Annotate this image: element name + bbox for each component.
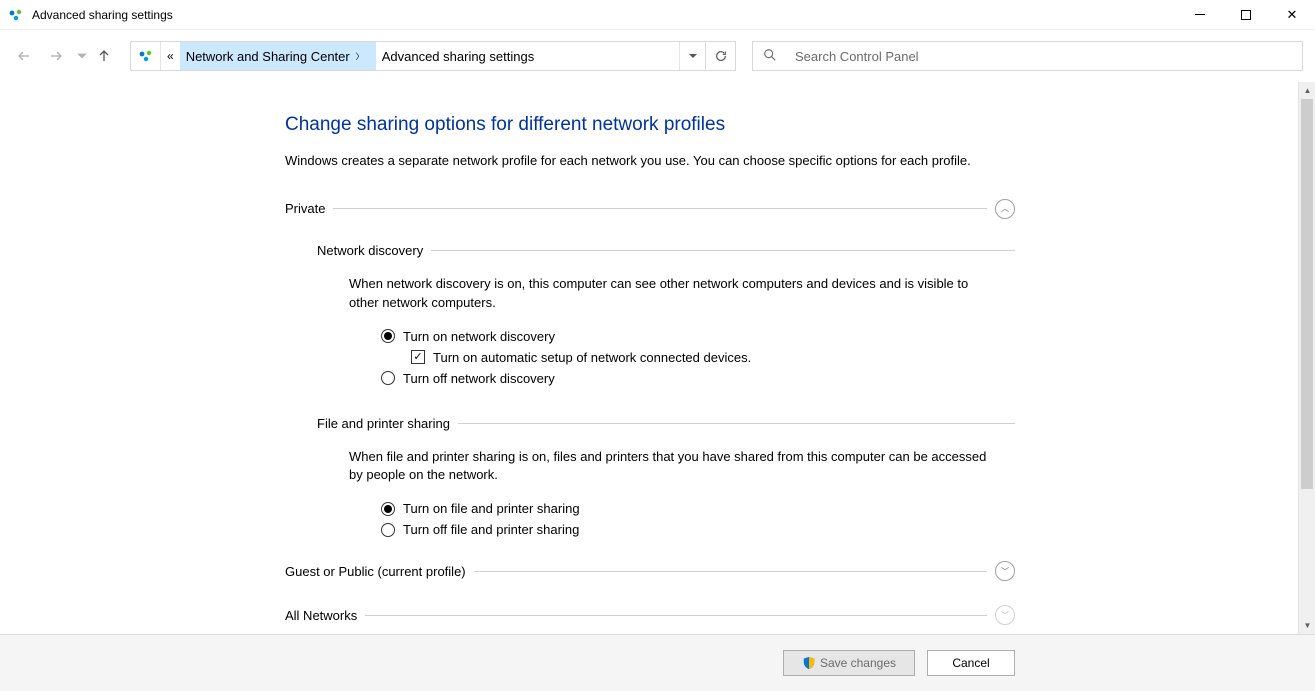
search-icon bbox=[763, 48, 777, 65]
breadcrumb-parent-label: Network and Sharing Center bbox=[186, 49, 350, 64]
nav-back-button[interactable] bbox=[12, 44, 36, 68]
radio-file-printer-on[interactable]: Turn on file and printer sharing bbox=[381, 501, 1015, 516]
section-all-networks-label: All Networks bbox=[285, 608, 357, 623]
maximize-button[interactable] bbox=[1223, 0, 1269, 30]
expand-icon[interactable]: ﹀ bbox=[995, 561, 1015, 581]
cancel-label: Cancel bbox=[952, 656, 989, 670]
minimize-button[interactable] bbox=[1177, 0, 1223, 30]
breadcrumb-current-label: Advanced sharing settings bbox=[382, 49, 534, 64]
cancel-button[interactable]: Cancel bbox=[927, 650, 1015, 676]
radio-file-printer-off[interactable]: Turn off file and printer sharing bbox=[381, 522, 1015, 537]
nav-up-button[interactable] bbox=[92, 44, 116, 68]
save-changes-label: Save changes bbox=[820, 656, 896, 670]
scroll-up-button[interactable]: ▲ bbox=[1299, 82, 1315, 99]
checkbox-auto-setup[interactable]: Turn on automatic setup of network conne… bbox=[411, 350, 1015, 365]
section-all-networks-header[interactable]: All Networks ﹀ bbox=[285, 605, 1015, 625]
nav-recent-button[interactable] bbox=[76, 44, 88, 68]
address-bar[interactable]: « Network and Sharing Center 〉 Advanced … bbox=[130, 41, 706, 71]
checkbox-icon bbox=[411, 350, 425, 364]
network-discovery-description: When network discovery is on, this compu… bbox=[349, 275, 989, 313]
network-discovery-label: Network discovery bbox=[317, 243, 423, 258]
radio-network-discovery-off[interactable]: Turn off network discovery bbox=[381, 371, 1015, 386]
section-private-header[interactable]: Private ︿ bbox=[285, 199, 1015, 219]
close-button[interactable]: ✕ bbox=[1269, 0, 1315, 30]
search-input[interactable] bbox=[795, 49, 1292, 64]
radio-icon bbox=[381, 329, 395, 343]
chevron-right-icon: 〉 bbox=[350, 51, 370, 62]
radio-network-discovery-on[interactable]: Turn on network discovery bbox=[381, 329, 1015, 344]
file-printer-description: When file and printer sharing is on, fil… bbox=[349, 448, 989, 486]
nav-forward-button[interactable] bbox=[44, 44, 68, 68]
radio-icon bbox=[381, 502, 395, 516]
radio-icon bbox=[381, 523, 395, 537]
section-guest-public-label: Guest or Public (current profile) bbox=[285, 564, 466, 579]
address-icon bbox=[131, 42, 161, 70]
breadcrumb-current[interactable]: Advanced sharing settings bbox=[376, 42, 540, 70]
network-center-icon bbox=[8, 7, 24, 23]
vertical-scrollbar[interactable]: ▲ ▼ bbox=[1298, 82, 1315, 634]
search-box[interactable] bbox=[752, 41, 1303, 71]
breadcrumb-parent[interactable]: Network and Sharing Center 〉 bbox=[180, 42, 376, 70]
address-dropdown[interactable] bbox=[679, 42, 705, 70]
collapse-icon[interactable]: ︿ bbox=[995, 199, 1015, 219]
scroll-thumb[interactable] bbox=[1301, 99, 1313, 489]
radio-icon bbox=[381, 371, 395, 385]
breadcrumb-overflow[interactable]: « bbox=[161, 42, 180, 70]
section-guest-public-header[interactable]: Guest or Public (current profile) ﹀ bbox=[285, 561, 1015, 581]
page-description: Windows creates a separate network profi… bbox=[285, 152, 985, 171]
page-title: Change sharing options for different net… bbox=[285, 114, 1015, 136]
section-private-label: Private bbox=[285, 201, 325, 216]
save-changes-button[interactable]: Save changes bbox=[783, 650, 915, 676]
shield-icon bbox=[802, 656, 816, 670]
expand-icon[interactable]: ﹀ bbox=[995, 605, 1015, 625]
window-title: Advanced sharing settings bbox=[32, 8, 173, 22]
refresh-button[interactable] bbox=[706, 41, 736, 71]
scroll-down-button[interactable]: ▼ bbox=[1299, 617, 1315, 634]
file-printer-label: File and printer sharing bbox=[317, 416, 450, 431]
